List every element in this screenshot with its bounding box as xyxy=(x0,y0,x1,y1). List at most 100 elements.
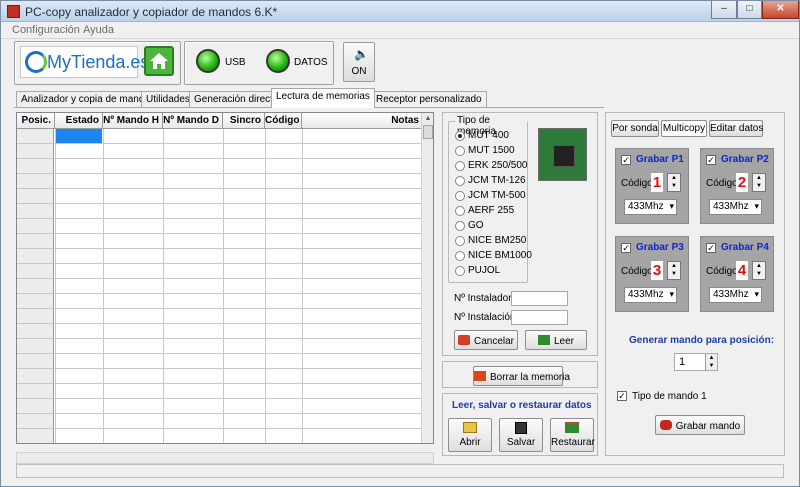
tipo-mando-checkbox[interactable]: ✓ xyxy=(617,391,627,401)
sound-label: ON xyxy=(351,66,367,77)
restaurar-label: Restaurar xyxy=(551,437,595,448)
col-sincro[interactable]: Sincro xyxy=(223,113,265,129)
cancelar-button[interactable]: Cancelar xyxy=(454,330,518,350)
grid-row-line xyxy=(17,188,422,189)
erase-chip-icon xyxy=(474,371,486,381)
grabar-mando-label: Grabar mando xyxy=(675,421,741,432)
close-button[interactable]: ✕ xyxy=(762,1,799,19)
codigo-value: 4 xyxy=(736,261,748,280)
menu-ayuda[interactable]: Ayuda xyxy=(83,24,114,36)
instalacion-input[interactable] xyxy=(511,310,568,325)
posicion-value: 1 xyxy=(679,356,686,368)
usb-label: USB xyxy=(225,57,246,68)
codigo-spinner-icon[interactable]: ▲ ▼ xyxy=(667,261,681,280)
grid-row-line xyxy=(17,173,422,174)
frequency-select[interactable]: 433Mhz xyxy=(709,287,762,303)
instalador-input[interactable] xyxy=(511,291,568,306)
col-mando-h[interactable]: Nº Mando H xyxy=(103,113,163,129)
tab-generacion[interactable]: Generación directa xyxy=(189,91,284,107)
codigo-spinner-icon[interactable]: ▲ ▼ xyxy=(752,261,766,280)
posicion-spinner[interactable]: 1 ▲ ▼ xyxy=(674,353,718,371)
grid-row-line xyxy=(17,428,422,429)
codigo-spinner-icon[interactable]: ▲ ▼ xyxy=(667,173,681,192)
cancelar-label: Cancelar xyxy=(473,336,515,347)
memory-type-radio[interactable] xyxy=(455,161,465,171)
grid-row-line xyxy=(17,413,422,414)
memory-type-radio[interactable] xyxy=(455,206,465,216)
frequency-select[interactable]: 433Mhz xyxy=(709,199,762,215)
col-codigo[interactable]: Código xyxy=(265,113,302,129)
menu-bar: Configuración Ayuda xyxy=(1,22,799,39)
grid-col-line xyxy=(302,129,303,443)
sound-toggle-button[interactable]: 🔈 ON xyxy=(343,42,375,82)
grid-row-line xyxy=(17,353,422,354)
home-button[interactable] xyxy=(144,46,174,76)
grabar-checkbox[interactable]: ✓ xyxy=(706,243,716,253)
tab-editar-datos[interactable]: Editar datos xyxy=(709,120,763,137)
memory-type-radio[interactable] xyxy=(455,236,465,246)
memory-type-label: NICE BM1000 xyxy=(468,250,532,261)
memory-grid[interactable]: Posic. Estado Nº Mando H Nº Mando D Sinc… xyxy=(16,112,434,444)
grabar-title: Grabar P2 xyxy=(721,154,769,165)
codigo-value: 3 xyxy=(651,261,663,280)
memory-type-radio[interactable] xyxy=(455,191,465,201)
tab-utilidades[interactable]: Utilidades xyxy=(141,91,195,107)
col-notas[interactable]: Notas xyxy=(302,113,423,129)
restaurar-button[interactable]: Restaurar xyxy=(550,418,595,452)
grabar-mando-button[interactable]: Grabar mando xyxy=(655,415,745,435)
col-estado[interactable]: Estado xyxy=(55,113,103,129)
grid-vertical-scrollbar[interactable]: ▲ xyxy=(421,113,433,443)
abrir-label: Abrir xyxy=(459,437,481,448)
frequency-select[interactable]: 433Mhz xyxy=(624,199,677,215)
grabar-p2-panel: ✓ Grabar P2 Código: 2 ▲ ▼ 433Mhz xyxy=(700,148,774,224)
logo-text: MyTienda.es xyxy=(47,52,150,72)
grid-col-line xyxy=(103,129,104,443)
logo-mark xyxy=(25,51,47,73)
salvar-button[interactable]: Salvar xyxy=(499,418,543,452)
frequency-select[interactable]: 433Mhz xyxy=(624,287,677,303)
tab-receptor[interactable]: Receptor personalizado xyxy=(371,91,487,107)
borrar-memoria-button[interactable]: Borrar la memoria xyxy=(473,366,570,386)
grid-horizontal-scrollbar[interactable] xyxy=(16,452,434,464)
instalador-label: Nº Instalador xyxy=(454,293,512,304)
memory-type-label: GO xyxy=(468,220,484,231)
restore-chip-icon xyxy=(565,422,579,433)
row-header-column xyxy=(17,129,54,443)
memory-type-radio[interactable] xyxy=(455,131,465,141)
abrir-button[interactable]: Abrir xyxy=(448,418,492,452)
tab-lectura[interactable]: Lectura de memorias xyxy=(271,88,375,108)
memory-type-radio[interactable] xyxy=(455,176,465,186)
minimize-button[interactable]: – xyxy=(711,1,737,19)
scroll-thumb[interactable] xyxy=(423,125,433,139)
memory-chip-icon xyxy=(538,128,587,181)
memory-type-radio[interactable] xyxy=(455,266,465,276)
grid-row-line xyxy=(17,368,422,369)
folder-icon xyxy=(463,422,477,433)
spinner-arrows-icon[interactable]: ▲ ▼ xyxy=(705,354,717,370)
tab-por-sonda[interactable]: Por sonda xyxy=(611,120,659,137)
scroll-up-arrow-icon[interactable]: ▲ xyxy=(422,113,433,124)
memory-type-label: MUT 400 xyxy=(468,130,509,141)
leer-button[interactable]: Leer xyxy=(525,330,587,350)
tab-analizador[interactable]: Analizador y copia de mandos xyxy=(16,91,160,107)
grabar-title: Grabar P1 xyxy=(636,154,684,165)
tipo-mando-label: Tipo de mando 1 xyxy=(632,391,707,402)
col-mando-d[interactable]: Nº Mando D xyxy=(163,113,223,129)
grid-row-line xyxy=(17,278,422,279)
grid-col-line xyxy=(265,129,266,443)
memory-type-radio[interactable] xyxy=(455,221,465,231)
maximize-button[interactable]: □ xyxy=(737,1,762,19)
memory-type-label: AERF 255 xyxy=(468,205,515,216)
grabar-checkbox[interactable]: ✓ xyxy=(621,243,631,253)
memory-type-label: NICE BM250 xyxy=(468,235,527,246)
memory-type-radio[interactable] xyxy=(455,146,465,156)
grabar-checkbox[interactable]: ✓ xyxy=(621,155,631,165)
menu-configuracion[interactable]: Configuración xyxy=(12,24,80,36)
col-posic[interactable]: Posic. xyxy=(17,113,55,129)
memory-type-radio[interactable] xyxy=(455,251,465,261)
selected-cell[interactable] xyxy=(55,129,102,143)
grabar-checkbox[interactable]: ✓ xyxy=(706,155,716,165)
codigo-spinner-icon[interactable]: ▲ ▼ xyxy=(752,173,766,192)
datos-led-icon xyxy=(266,49,290,73)
tab-multicopy[interactable]: Multicopy xyxy=(661,120,707,137)
